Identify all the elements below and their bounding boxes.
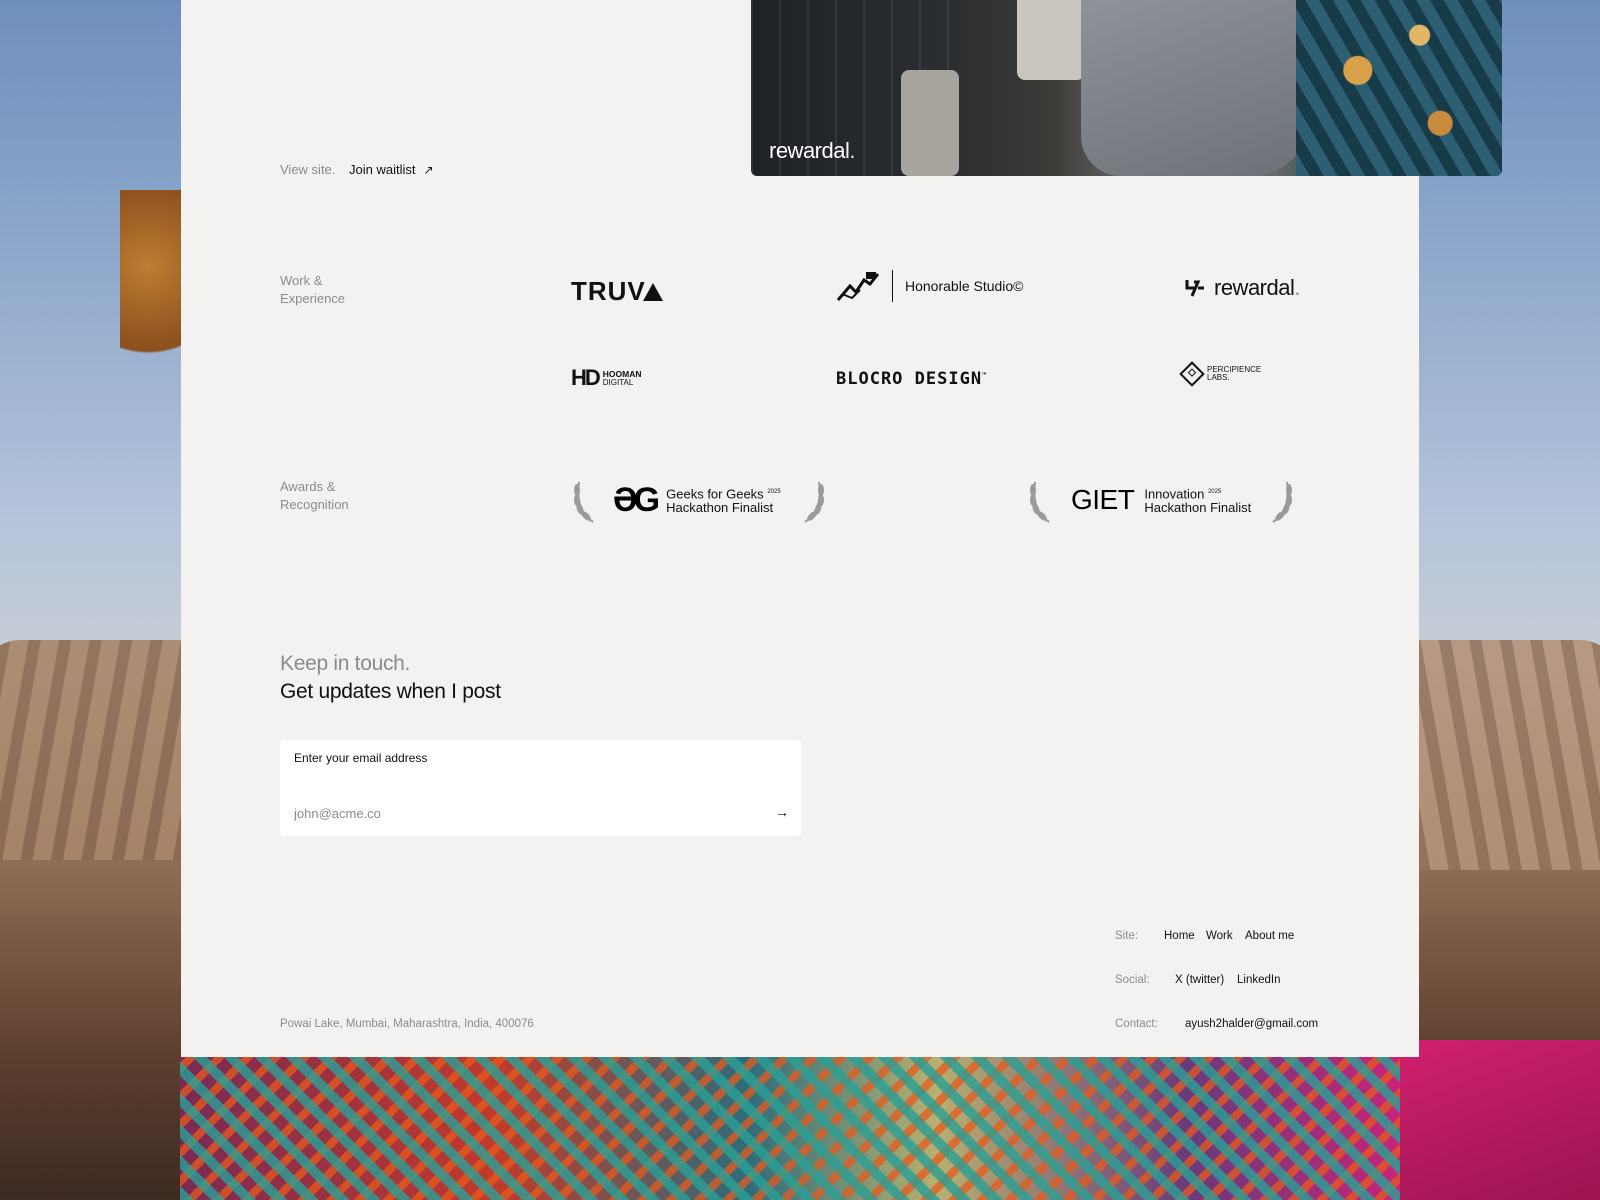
laurel-left-icon [1030, 481, 1050, 523]
awards-heading-line2: Recognition [280, 497, 349, 512]
background-tree [120, 190, 190, 380]
hero-pattern-fabric [1296, 0, 1502, 176]
background-roof-left [0, 640, 200, 860]
background-pink-fabric [1400, 1040, 1600, 1200]
giet-logo: GIET [1071, 484, 1135, 515]
percipience-labs-logo: PERCIPIENCE LABS. [1179, 361, 1261, 387]
rewardal-dot: . [1294, 275, 1300, 300]
honorable-studio-name: Honorable Studio© [905, 278, 1024, 294]
footer-site-label: Site: [1115, 930, 1139, 942]
footer-link-linkedin[interactable]: LinkedIn [1237, 974, 1280, 986]
hd-text: HOOMAN DIGITAL [602, 368, 642, 387]
work-experience-heading: Work & Experience [280, 272, 345, 308]
hd-mark: HD [571, 365, 601, 390]
arrow-right-icon[interactable]: → [775, 804, 789, 820]
work-heading-line1: Work & [280, 273, 323, 288]
awards-heading-line1: Awards & [280, 479, 336, 494]
view-site-row: View site. Join waitlist ↗ [280, 162, 434, 177]
email-field[interactable] [294, 806, 734, 821]
background-roof-right [1400, 640, 1600, 870]
rewardal-logo: rewardal. [1184, 275, 1300, 301]
rewardal-mark-icon [1185, 280, 1204, 297]
email-signup-card: Enter your email address → [280, 740, 801, 836]
footer-link-twitter[interactable]: X (twitter) [1175, 974, 1224, 986]
award-giet: GIET Innovation 2025 Hackathon Finalist [1027, 476, 1295, 524]
newsletter-eyebrow: Keep in touch. [280, 652, 411, 675]
join-waitlist-link[interactable]: Join waitlist ↗ [349, 162, 434, 177]
footer-address: Powai Lake, Mumbai, Maharashtra, India, … [280, 1018, 534, 1030]
gfg-logo: ƏG [613, 480, 660, 519]
email-field-label: Enter your email address [294, 751, 428, 765]
footer-email-link[interactable]: ayush2halder@gmail.com [1185, 1018, 1318, 1030]
blocro-design-logo: BLOCRO DESIGN™ [836, 369, 988, 389]
hero-person-coat [1081, 0, 1311, 176]
laurel-right-icon [804, 481, 824, 523]
truva-logo: TRUV [571, 276, 663, 307]
arrow-up-right-icon: ↗ [423, 163, 434, 177]
honorable-studio-logo: Honorable Studio© [836, 270, 1024, 302]
footer-link-home[interactable]: Home [1164, 930, 1195, 942]
background-textile [180, 1055, 1440, 1200]
hero-brand-label: rewardal. [769, 138, 855, 163]
awards-heading: Awards & Recognition [280, 478, 349, 514]
content-panel: rewardal. View site. Join waitlist ↗ Work… [181, 0, 1502, 1057]
view-site-label: View site. [280, 162, 336, 177]
laurel-left-icon [574, 481, 594, 523]
footer-contact-label: Contact: [1115, 1018, 1158, 1030]
giet-award-text: Innovation 2025 Hackathon Finalist [1144, 486, 1252, 515]
hooman-digital-logo: HD HOOMAN DIGITAL [571, 365, 642, 391]
hero-sign-shape [901, 70, 959, 176]
honorable-divider [892, 270, 893, 302]
honorable-mark-icon [836, 272, 880, 301]
footer-link-work[interactable]: Work [1206, 930, 1233, 942]
footer-link-about-me[interactable]: About me [1245, 930, 1294, 942]
hero-pedestrian-sign [1017, 0, 1085, 80]
footer-social-label: Social: [1115, 974, 1150, 986]
project-hero-image: rewardal. [751, 0, 1502, 176]
work-heading-line2: Experience [280, 291, 346, 306]
rewardal-wordmark: rewardal [1214, 275, 1295, 300]
award-gfg: ƏG Geeks for Geeks 2025 Hackathon Finali… [571, 476, 827, 524]
newsletter-title: Get updates when I post [280, 680, 501, 703]
percipience-diamond-icon [1179, 361, 1205, 387]
gfg-award-text: Geeks for Geeks 2025 Hackathon Finalist [666, 486, 781, 515]
join-waitlist-label: Join waitlist [349, 162, 416, 177]
laurel-right-icon [1272, 481, 1293, 523]
